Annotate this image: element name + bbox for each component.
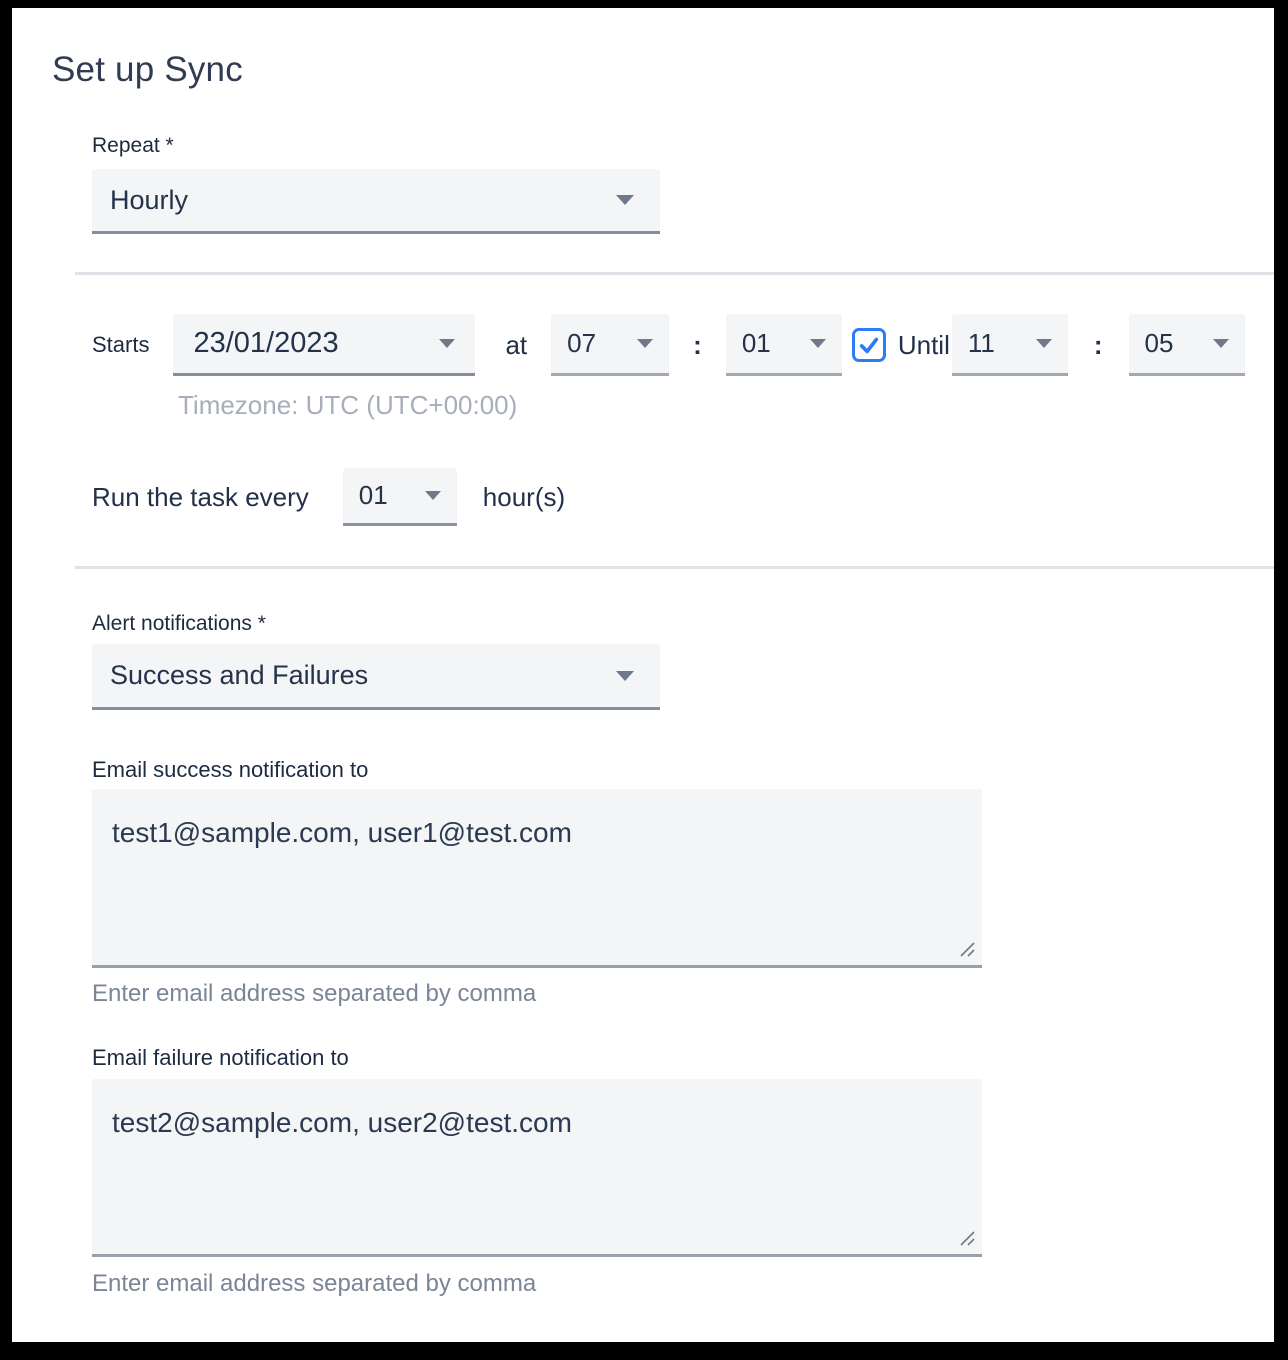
time-colon: : [1094,330,1103,361]
start-hour-select[interactable]: 07 [551,314,669,376]
repeat-select[interactable]: Hourly [92,169,660,234]
start-date-value: 23/01/2023 [193,327,338,360]
section-divider [75,566,1274,569]
email-success-label: Email success notification to [92,757,368,783]
run-every-select[interactable]: 01 [343,468,457,526]
start-date-select[interactable]: 23/01/2023 [173,314,475,376]
chevron-down-icon [425,491,441,500]
chevron-down-icon [810,339,826,348]
end-hour-select[interactable]: 11 [952,314,1068,376]
starts-label: Starts [92,332,149,358]
run-every-prefix: Run the task every [92,482,309,513]
run-every-row: Run the task every 01 hour(s) [92,468,565,526]
email-success-field-wrap: test1@sample.com, user1@test.com [92,789,982,968]
resize-handle-icon[interactable] [958,940,976,958]
end-minute-value: 05 [1145,328,1174,359]
email-failure-helper: Enter email address separated by comma [92,1270,536,1298]
repeat-select-value: Hourly [110,185,188,216]
start-minute-select[interactable]: 01 [726,314,842,376]
checkbox-check-icon [858,334,880,356]
email-success-input[interactable]: test1@sample.com, user1@test.com [92,789,982,968]
time-colon: : [693,330,702,361]
resize-handle-icon[interactable] [958,1229,976,1247]
starts-row: Starts 23/01/2023 at 07 : 01 Until [92,314,1245,376]
email-failure-input[interactable]: test2@sample.com, user2@test.com [92,1079,982,1257]
run-every-suffix: hour(s) [483,482,565,513]
repeat-label: Repeat * [92,134,174,158]
email-failure-field-wrap: test2@sample.com, user2@test.com [92,1079,982,1257]
run-every-value: 01 [359,480,388,511]
chevron-down-icon [1036,339,1052,348]
until-checkbox[interactable] [852,328,886,362]
end-hour-value: 11 [968,328,995,359]
chevron-down-icon [439,339,455,348]
chevron-down-icon [616,195,634,205]
screenshot-viewport: Set up Sync Repeat * Hourly Starts 23/01… [0,0,1288,1360]
alert-notifications-label: Alert notifications * [92,612,266,636]
timezone-note: Timezone: UTC (UTC+00:00) [178,390,517,421]
alert-notifications-select[interactable]: Success and Failures [92,644,660,710]
start-minute-value: 01 [742,328,771,359]
email-failure-label: Email failure notification to [92,1045,349,1071]
chevron-down-icon [616,671,634,681]
setup-sync-dialog: Set up Sync Repeat * Hourly Starts 23/01… [12,8,1274,1342]
end-minute-select[interactable]: 05 [1129,314,1245,376]
email-success-helper: Enter email address separated by comma [92,980,536,1008]
chevron-down-icon [637,339,653,348]
at-label: at [505,330,527,361]
chevron-down-icon [1213,339,1229,348]
start-hour-value: 07 [567,328,596,359]
page-title: Set up Sync [52,50,243,90]
alert-notifications-value: Success and Failures [110,660,368,691]
until-label: Until [898,330,950,361]
section-divider [75,272,1274,275]
